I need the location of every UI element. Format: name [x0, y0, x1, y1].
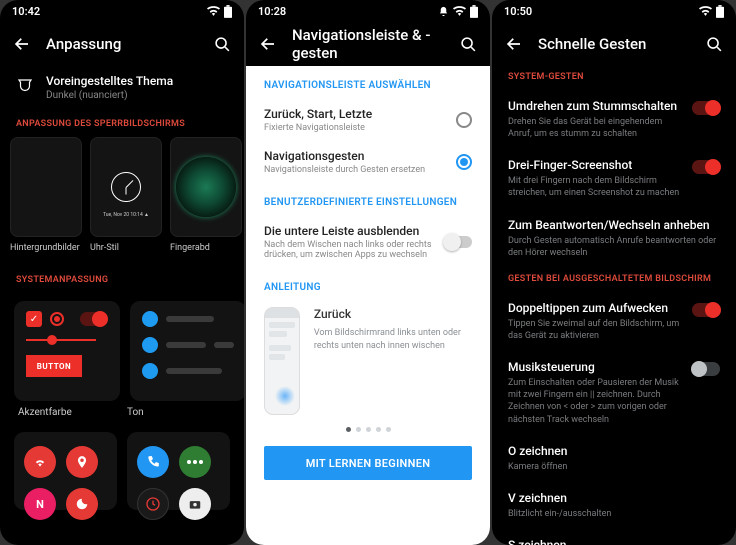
battery-icon [224, 5, 232, 18]
status-bar: 10:50 [492, 0, 736, 22]
item-draw-v[interactable]: V zeichnenBlitzlicht ein-/ausschalten [492, 482, 736, 529]
tile-clock-style[interactable]: Tue, Nov 20 10:14 ▲ Uhr-Stil [90, 137, 162, 253]
section-systemanpassung: SYSTEMANPASSUNG [0, 269, 244, 293]
card-icon-pack-red[interactable]: N [14, 432, 117, 510]
status-bar: 10:42 [0, 0, 244, 22]
card-accent-color[interactable]: ✓ BUTTON [14, 301, 120, 401]
option-gesture-nav[interactable]: Navigationsgesten Navigationsleiste durc… [246, 141, 490, 183]
status-bar: 10:28 [246, 0, 490, 22]
status-icons [207, 5, 232, 18]
gesture-hint-icon [275, 386, 295, 406]
preset-theme-row[interactable]: Voreingestelltes Thema Dunkel (nuanciert… [0, 66, 244, 113]
switch-off-icon [444, 236, 472, 248]
page-title: Schnelle Gesten [538, 35, 690, 53]
section-guide: ANLEITUNG [246, 268, 490, 301]
item-draw-o[interactable]: O zeichnenKamera öffnen [492, 435, 736, 482]
wifi-icon [207, 6, 220, 16]
location-tile-icon [66, 446, 98, 478]
page-header: Navigationsleiste & -gesten [246, 22, 490, 66]
camera-tile-icon [179, 488, 211, 520]
screen-gestures: 10:50 Schnelle Gesten SYSTEM-GESTEN Umdr… [492, 0, 736, 545]
start-learning-button[interactable]: MIT LERNEN BEGINNEN [264, 446, 472, 480]
back-icon[interactable] [12, 34, 32, 54]
preset-theme-label: Voreingestelltes Thema [46, 74, 173, 88]
option-fixed-nav[interactable]: Zurück, Start, Letzte Fixierte Navigatio… [246, 99, 490, 141]
theme-icon [16, 77, 34, 99]
button-preview: BUTTON [26, 355, 82, 377]
item-raise-answer[interactable]: Zum Beantworten/Wechseln anhebenDurch Ge… [492, 209, 736, 268]
tutorial-pager [246, 427, 490, 432]
option-hide-bar[interactable]: Die untere Leiste ausblenden Nach dem Wi… [246, 216, 490, 268]
tile-fingerprint[interactable]: Fingerabd [170, 137, 242, 253]
dnd-tile-icon [66, 488, 98, 520]
tutorial-title: Zurück [314, 307, 472, 321]
card-icon-pack-color[interactable] [127, 432, 230, 510]
tile-wallpapers[interactable]: Hintergrundbilder [10, 137, 82, 253]
clock-thumb: Tue, Nov 20 10:14 ▲ [90, 137, 162, 237]
checkbox-icon: ✓ [26, 311, 42, 327]
tone-dot [142, 363, 158, 379]
status-icons [438, 5, 478, 18]
section-lockscreen: ANPASSUNG DES SPERRBILDSCHIRMS [0, 113, 244, 137]
page-title: Navigationsleiste & -gesten [292, 26, 444, 62]
wifi-icon [453, 6, 466, 16]
tone-dot [142, 337, 158, 353]
cap-accent: Akzentfarbe [18, 407, 117, 418]
item-flip-mute[interactable]: Umdrehen zum StummschaltenDrehen Sie das… [492, 90, 736, 149]
status-time: 10:50 [504, 5, 532, 18]
tutorial-panel: Zurück Vom Bildschirmrand links unten od… [264, 307, 472, 415]
clock-tile-icon [137, 488, 169, 520]
back-icon[interactable] [258, 34, 278, 54]
message-tile-icon [179, 446, 211, 478]
battery-icon [470, 5, 478, 18]
item-draw-s[interactable]: S zeichnenKeine [492, 529, 736, 545]
cap-tone: Ton [127, 407, 226, 418]
tutorial-desc: Vom Bildschirmrand links unten oder rech… [314, 327, 472, 352]
tutorial-phone-illustration [264, 307, 300, 415]
wifi-icon [699, 6, 712, 16]
switch-icon [80, 312, 108, 326]
screen-navigation: 10:28 Navigationsleiste & -gesten NAVIGA… [246, 0, 490, 545]
preset-theme-sub: Dunkel (nuanciert) [46, 90, 173, 101]
item-double-tap[interactable]: Doppeltippen zum AufweckenTippen Sie zwe… [492, 292, 736, 351]
status-time: 10:28 [258, 5, 286, 18]
bell-icon [438, 6, 449, 17]
status-time: 10:42 [12, 5, 40, 18]
item-3finger-screenshot[interactable]: Drei-Finger-ScreenshotMit drei Fingern n… [492, 149, 736, 208]
page-header: Anpassung [0, 22, 244, 66]
search-icon[interactable] [704, 34, 724, 54]
slider-preview [26, 339, 96, 341]
fingerprint-thumb [170, 137, 242, 237]
section-system-gestures: SYSTEM-GESTEN [492, 66, 736, 90]
page-title: Anpassung [46, 35, 198, 53]
item-music-control[interactable]: MusiksteuerungZum Einschalten oder Pausi… [492, 351, 736, 435]
nfc-tile-icon: N [24, 488, 56, 520]
status-icons [699, 5, 724, 18]
wallpaper-thumb [10, 137, 82, 237]
phone-tile-icon [137, 446, 169, 478]
switch-on-icon[interactable] [692, 101, 720, 115]
radio-icon [50, 312, 64, 326]
card-tone[interactable] [130, 301, 244, 401]
switch-off-icon[interactable] [692, 362, 720, 376]
section-screen-off-gestures: GESTEN BEI AUSGESCHALTETEM BILDSCHIRM [492, 268, 736, 292]
section-usersettings: BENUTZERDEFINIERTE EINSTELLUNGEN [246, 183, 490, 216]
page-header: Schnelle Gesten [492, 22, 736, 66]
search-icon[interactable] [212, 34, 232, 54]
search-icon[interactable] [458, 34, 478, 54]
battery-icon [716, 5, 724, 18]
tone-dot [142, 311, 158, 327]
radio-off-icon [456, 112, 472, 128]
switch-on-icon[interactable] [692, 303, 720, 317]
radio-on-icon [456, 154, 472, 170]
section-navselect: NAVIGATIONSLEISTE AUSWÄHLEN [246, 66, 490, 99]
screen-anpassung: 10:42 Anpassung Voreingestelltes Thema D… [0, 0, 244, 545]
wifi-tile-icon [24, 446, 56, 478]
switch-on-icon[interactable] [692, 160, 720, 174]
back-icon[interactable] [504, 34, 524, 54]
